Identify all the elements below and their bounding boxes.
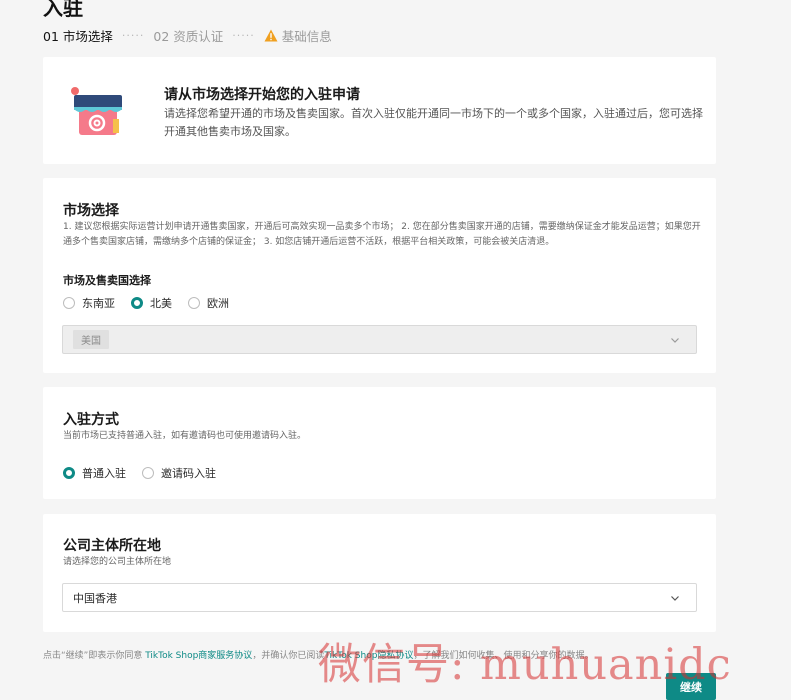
market-radio-group: 东南亚 北美 欧洲	[63, 295, 245, 311]
method-section-description: 当前市场已支持普通入驻，如有邀请码也可使用邀请码入驻。	[63, 431, 307, 441]
radio-label: 普通入驻	[82, 467, 126, 480]
step-basic-info-label: 基础信息	[281, 29, 332, 44]
radio-label: 邀请码入驻	[161, 467, 216, 480]
onboarding-method-card: 入驻方式 当前市场已支持普通入驻，如有邀请码也可使用邀请码入驻。 普通入驻 邀请…	[43, 387, 716, 499]
step-separator: ·····	[232, 29, 255, 42]
warning-icon	[264, 29, 278, 42]
radio-label: 北美	[150, 297, 172, 310]
step-qualification: 02 资质认证	[153, 29, 224, 44]
radio-southeast-asia[interactable]: 东南亚	[63, 295, 115, 311]
radio-label: 东南亚	[82, 297, 115, 310]
country-tag: 美国	[73, 330, 109, 349]
intro-card: 请从市场选择开始您的入驻申请 请选择您希望开通的市场及售卖国家。首次入驻仅能开通…	[43, 57, 716, 164]
country-select[interactable]: 美国	[62, 325, 697, 354]
radio-circle[interactable]	[63, 297, 75, 309]
company-location-select[interactable]: 中国香港	[62, 583, 697, 612]
chevron-down-icon	[671, 596, 679, 601]
radio-europe[interactable]: 欧洲	[188, 295, 229, 311]
market-section-title: 市场选择	[63, 203, 119, 219]
radio-invite-code-onboarding[interactable]: 邀请码入驻	[142, 465, 216, 481]
market-selection-card: 市场选择 1. 建议您根据实际运营计划申请开通售卖国家，开通后可高效实现一品卖多…	[43, 178, 716, 373]
intro-description: 请选择您希望开通的市场及售卖国家。首次入驻仅能开通同一市场下的一个或多个国家，入…	[164, 107, 703, 138]
market-country-subtitle: 市场及售卖国选择	[63, 274, 151, 287]
radio-circle[interactable]	[188, 297, 200, 309]
company-location-value: 中国香港	[73, 591, 117, 605]
radio-circle-checked[interactable]	[131, 297, 143, 309]
agreement-note: 点击“继续”即表示你同意 TikTok Shop商家服务协议，并确认你已阅读Ti…	[43, 648, 593, 661]
agreement-prefix: 点击“继续”即表示你同意	[43, 651, 146, 661]
company-section-description: 请选择您的公司主体所在地	[63, 557, 172, 567]
radio-circle-checked[interactable]	[63, 467, 75, 479]
step-market-selection: 01 市场选择	[43, 29, 113, 44]
step-basic-info: 基础信息	[264, 26, 332, 45]
merchant-agreement-link[interactable]: TikTok Shop商家服务协议	[145, 651, 252, 661]
radio-north-america[interactable]: 北美	[131, 295, 172, 311]
agreement-suffix: ，了解我们如何收集、使用和分享你的数据。	[413, 651, 594, 661]
method-section-title: 入驻方式	[63, 412, 119, 428]
method-radio-group: 普通入驻 邀请码入驻	[63, 465, 232, 481]
privacy-agreement-link[interactable]: TikTok Shop隐私协议	[324, 651, 413, 661]
company-location-card: 公司主体所在地 请选择您的公司主体所在地 中国香港	[43, 514, 716, 632]
chevron-down-icon	[671, 338, 679, 343]
continue-button[interactable]: 继续	[666, 673, 716, 700]
company-section-title: 公司主体所在地	[63, 538, 161, 554]
market-section-description: 1. 建议您根据实际运营计划申请开通售卖国家，开通后可高效实现一品卖多个市场； …	[63, 222, 701, 247]
intro-title: 请从市场选择开始您的入驻申请	[164, 87, 360, 103]
radio-circle[interactable]	[142, 467, 154, 479]
radio-label: 欧洲	[207, 297, 229, 310]
shop-icon	[71, 87, 122, 135]
agreement-middle: ，并确认你已阅读	[252, 651, 325, 661]
radio-normal-onboarding[interactable]: 普通入驻	[63, 465, 126, 481]
step-separator: ·····	[121, 29, 145, 42]
step-indicator: 01 市场选择 ····· 02 资质认证 ····· 基础信息	[43, 26, 332, 45]
page-title: 入驻	[43, 0, 83, 20]
